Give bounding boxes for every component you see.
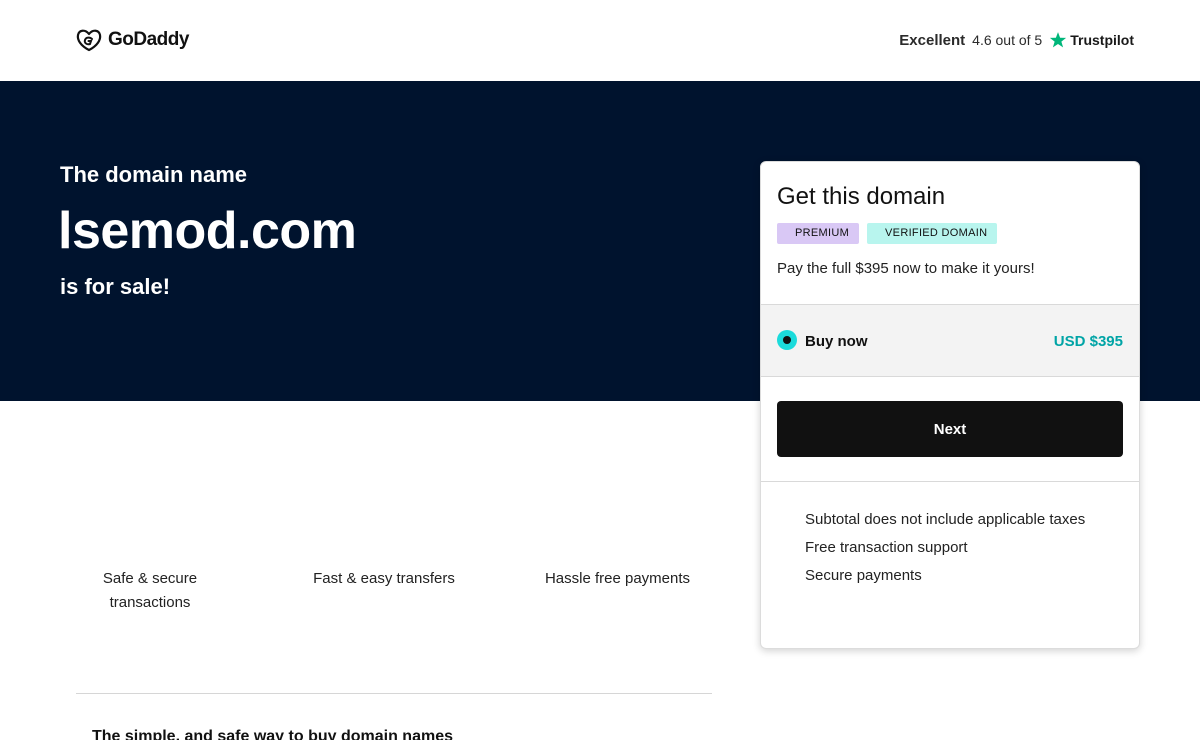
buy-now-radio[interactable] bbox=[777, 330, 797, 350]
trustpilot-label: Excellent bbox=[899, 31, 966, 49]
purchase-card: Get this domain PREMIUM VERIFIED DOMAIN … bbox=[760, 161, 1140, 649]
note-secure: Secure payments bbox=[805, 567, 922, 584]
verified-domain-badge: VERIFIED DOMAIN bbox=[867, 223, 998, 244]
trustpilot-brand: Trustpilot bbox=[1070, 32, 1134, 48]
option-price: USD $395 bbox=[1053, 333, 1123, 350]
badge-group: PREMIUM VERIFIED DOMAIN bbox=[777, 223, 998, 244]
domain-name: lsemod.com bbox=[58, 202, 357, 260]
feature-safe-secure: Safe & secure transactions bbox=[102, 570, 198, 611]
price-description: Pay the full $395 now to make it yours! bbox=[777, 260, 1035, 277]
note-support: Free transaction support bbox=[805, 539, 968, 556]
card-divider bbox=[761, 481, 1139, 482]
feature-easy-transfers: Fast & easy transfers bbox=[313, 570, 455, 587]
note-taxes: Subtotal does not include applicable tax… bbox=[805, 511, 1086, 528]
section-divider bbox=[76, 693, 712, 694]
option-label: Buy now bbox=[805, 333, 868, 350]
site-header: GoDaddy Excellent 4.6 out of 5 Trustpilo… bbox=[0, 0, 1200, 81]
trustpilot-rating[interactable]: Excellent 4.6 out of 5 Trustpilot bbox=[899, 31, 1134, 49]
section-heading: The simple, and safe way to buy domain n… bbox=[92, 728, 453, 740]
hero-subtitle: is for sale! bbox=[60, 274, 171, 299]
hero-pretitle: The domain name bbox=[60, 162, 248, 187]
trustpilot-star-icon bbox=[1050, 32, 1067, 48]
godaddy-logo[interactable]: GoDaddy bbox=[76, 28, 189, 52]
card-title: Get this domain bbox=[777, 183, 946, 210]
godaddy-logo-icon bbox=[76, 29, 102, 52]
buy-now-option[interactable]: Buy now USD $395 bbox=[761, 304, 1139, 377]
purchase-notes: Subtotal does not include applicable tax… bbox=[805, 506, 1085, 590]
feature-list: Safe & secure transactions Fast & easy t… bbox=[60, 567, 710, 627]
feature-hassle-free: Hassle free payments bbox=[544, 570, 691, 587]
premium-badge: PREMIUM bbox=[777, 223, 860, 244]
brand-name: GoDaddy bbox=[108, 29, 189, 50]
next-button[interactable]: Next bbox=[777, 401, 1123, 457]
trustpilot-score: 4.6 out of 5 bbox=[972, 32, 1043, 48]
